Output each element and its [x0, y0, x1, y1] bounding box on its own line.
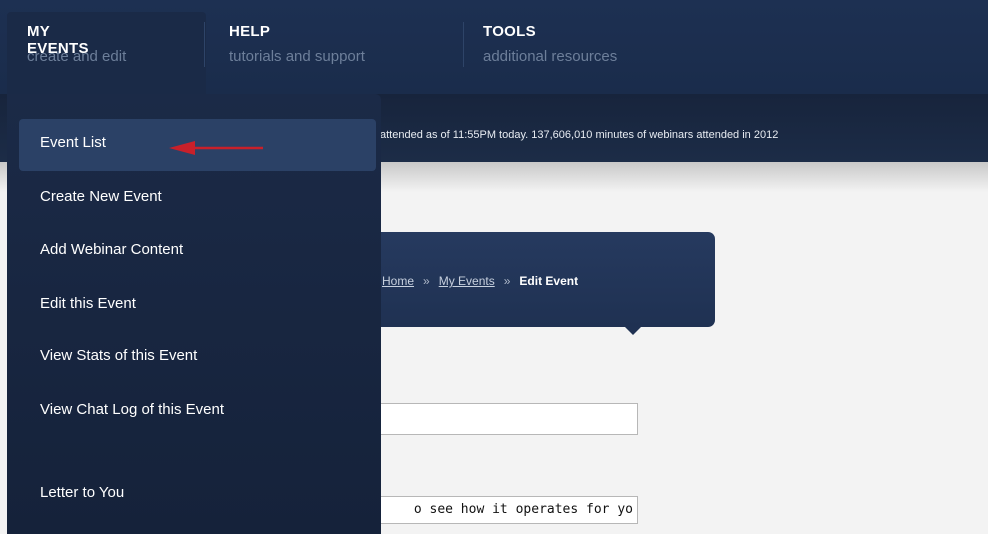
breadcrumb-my-events-link[interactable]: My Events: [439, 274, 495, 288]
menu-item-label: Edit this Event: [40, 295, 136, 312]
nav-title: TOOLS: [483, 23, 536, 40]
menu-item-add-webinar-content[interactable]: Add Webinar Content: [19, 226, 376, 278]
menu-item-view-stats[interactable]: View Stats of this Event: [19, 332, 376, 384]
menu-item-create-new-event[interactable]: Create New Event: [19, 173, 376, 225]
breadcrumb-pointer: [625, 327, 641, 335]
stats-ticker-text: attended as of 11:55PM today. 137,606,01…: [380, 129, 779, 141]
nav-subtitle: additional resources: [483, 48, 618, 65]
menu-item-edit-this-event[interactable]: Edit this Event: [19, 280, 376, 332]
red-arrow-icon: [169, 141, 263, 155]
menu-item-label: Event List: [40, 134, 106, 151]
breadcrumb-separator: »: [423, 274, 430, 288]
top-nav: MY EVENTS create and edit HELP tutorials…: [0, 0, 988, 94]
menu-item-label: View Stats of this Event: [40, 347, 198, 364]
nav-divider: [204, 22, 205, 67]
my-events-dropdown-menu: Event List Create New Event Add Webinar …: [7, 94, 381, 534]
event-title-input[interactable]: [370, 403, 638, 435]
nav-title: HELP: [229, 23, 271, 40]
menu-item-label: Letter to You: [40, 484, 125, 501]
menu-item-view-chat-log[interactable]: View Chat Log of this Event: [19, 386, 376, 438]
event-description-value: o see how it operates for yo: [413, 502, 633, 517]
nav-divider: [463, 22, 464, 67]
breadcrumb: Home » My Events » Edit Event: [340, 232, 715, 335]
menu-item-label: Add Webinar Content: [40, 241, 184, 258]
event-description-input[interactable]: o see how it operates for yo: [370, 496, 638, 524]
breadcrumb-separator: »: [503, 274, 511, 288]
menu-item-event-list[interactable]: Event List: [19, 119, 376, 171]
nav-subtitle: create and edit: [27, 48, 127, 65]
breadcrumb-home-link[interactable]: Home: [382, 274, 414, 288]
menu-item-letter-to-you[interactable]: Letter to You: [19, 469, 376, 521]
nav-subtitle: tutorials and support: [229, 48, 365, 65]
breadcrumb-current: Edit Event: [519, 274, 579, 288]
menu-item-label: View Chat Log of this Event: [40, 401, 224, 418]
menu-item-label: Create New Event: [40, 188, 162, 205]
